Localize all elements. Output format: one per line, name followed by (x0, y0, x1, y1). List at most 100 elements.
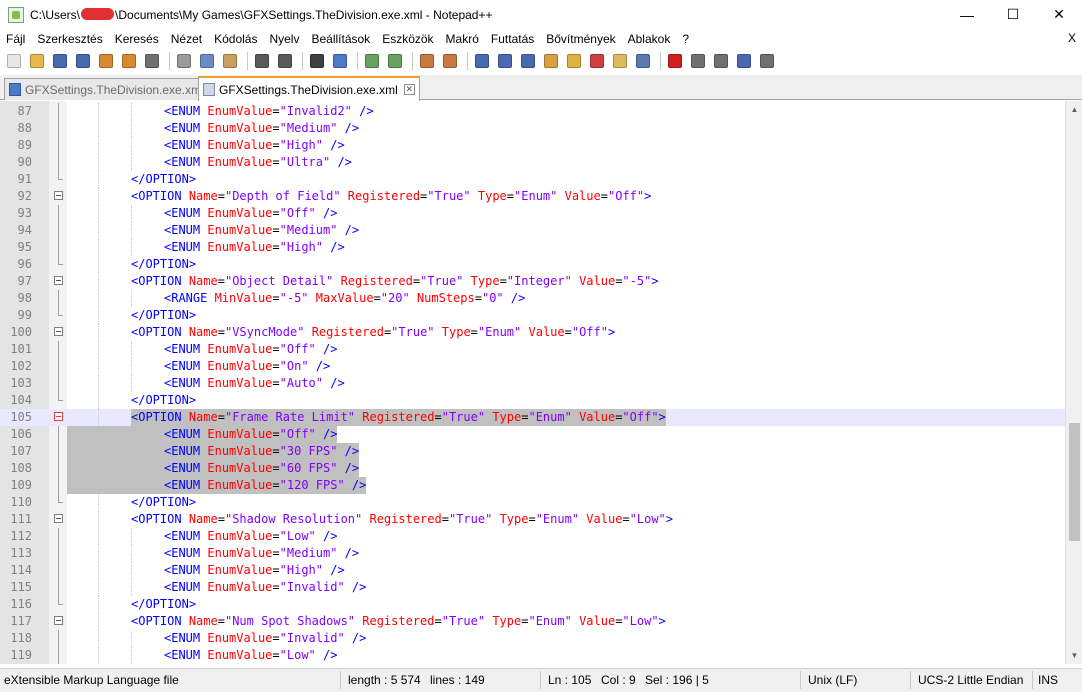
menu-item-6[interactable]: Beállítások (305, 32, 376, 46)
code-line[interactable]: 94 <ENUM EnumValue="Medium" /> (0, 222, 1065, 239)
menu-item-4[interactable]: Kódolás (208, 32, 263, 46)
fold-toggle-icon[interactable] (54, 276, 63, 285)
close-window-button[interactable]: ✕ (1036, 0, 1082, 29)
new-file-button[interactable] (4, 51, 24, 71)
vertical-scrollbar[interactable]: ▲ ▼ (1065, 101, 1082, 664)
code-line[interactable]: 107 <ENUM EnumValue="30 FPS" /> (0, 443, 1065, 460)
menu-item-7[interactable]: Eszközök (376, 32, 439, 46)
xml-attribute: Value (586, 512, 623, 526)
code-line[interactable]: 102 <ENUM EnumValue="On" /> (0, 358, 1065, 375)
code-line[interactable]: 92 <OPTION Name="Depth of Field" Register… (0, 188, 1065, 205)
menu-item-2[interactable]: Keresés (109, 32, 165, 46)
code-line[interactable]: 119 <ENUM EnumValue="Low" /> (0, 647, 1065, 664)
xml-punctuation: = (272, 359, 280, 373)
print-button[interactable] (142, 51, 162, 71)
minimize-button[interactable]: — (944, 0, 990, 29)
code-line[interactable]: 95 <ENUM EnumValue="High" /> (0, 239, 1065, 256)
fold-toggle-icon[interactable] (54, 412, 63, 421)
run-macro-multiple-button[interactable] (734, 51, 754, 71)
code-line[interactable]: 98 <RANGE MinValue="-5" MaxValue="20" Num… (0, 290, 1065, 307)
monitoring-button[interactable] (633, 51, 653, 71)
save-macro-button[interactable] (757, 51, 777, 71)
save-all-button[interactable] (73, 51, 93, 71)
doc-map-button[interactable] (564, 51, 584, 71)
maximize-button[interactable]: ☐ (990, 0, 1036, 29)
code-line[interactable]: 114 <ENUM EnumValue="High" /> (0, 562, 1065, 579)
editor-area[interactable]: 87 <ENUM EnumValue="Invalid2" /> 88 <ENUM E… (0, 101, 1082, 664)
fold-toggle-icon[interactable] (54, 616, 63, 625)
menu-item-8[interactable]: Makró (440, 32, 485, 46)
menu-item-5[interactable]: Nyelv (263, 32, 305, 46)
menu-item-0[interactable]: Fájl (0, 32, 31, 46)
close-button[interactable] (96, 51, 116, 71)
stop-record-button[interactable] (688, 51, 708, 71)
code-line[interactable]: 99 </OPTION> (0, 307, 1065, 324)
code-line[interactable]: 117 <OPTION Name="Num Spot Shadows" Regis… (0, 613, 1065, 630)
xml-punctuation (341, 189, 348, 203)
code-line[interactable]: 100 <OPTION Name="VSyncMode" Registered="… (0, 324, 1065, 341)
menu-item-11[interactable]: Ablakok (622, 32, 677, 46)
zoom-in-button[interactable] (362, 51, 382, 71)
code-line[interactable]: 118 <ENUM EnumValue="Invalid" /> (0, 630, 1065, 647)
zoom-out-button[interactable] (385, 51, 405, 71)
tab-file-2[interactable]: GFXSettings.TheDivision.exe.xml ✕ (198, 76, 420, 101)
scrollbar-thumb[interactable] (1069, 423, 1080, 541)
function-list-button[interactable] (587, 51, 607, 71)
code-line[interactable]: 93 <ENUM EnumValue="Off" /> (0, 205, 1065, 222)
code-line[interactable]: 101 <ENUM EnumValue="Off" /> (0, 341, 1065, 358)
xml-attribute: Type (470, 274, 500, 288)
menu-item-9[interactable]: Futtatás (485, 32, 540, 46)
paste-button[interactable] (220, 51, 240, 71)
udl-button[interactable] (541, 51, 561, 71)
show-all-chars-button[interactable] (495, 51, 515, 71)
close-all-button[interactable] (119, 51, 139, 71)
code-line[interactable]: 110 </OPTION> (0, 494, 1065, 511)
code-line[interactable]: 106 <ENUM EnumValue="Off" /> (0, 426, 1065, 443)
menu-item-12[interactable]: ? (676, 32, 695, 46)
fold-toggle-icon[interactable] (54, 191, 63, 200)
redo-button[interactable] (275, 51, 295, 71)
sync-horizontal-button[interactable] (440, 51, 460, 71)
save-button[interactable] (50, 51, 70, 71)
find-button[interactable] (307, 51, 327, 71)
code-line[interactable]: 105 <OPTION Name="Frame Rate Limit" Regis… (0, 409, 1065, 426)
menu-item-10[interactable]: Bővítmények (540, 32, 621, 46)
code-line[interactable]: 116 </OPTION> (0, 596, 1065, 613)
close-document-button[interactable]: X (1068, 29, 1076, 48)
code-line[interactable]: 96 </OPTION> (0, 256, 1065, 273)
menu-item-1[interactable]: Szerkesztés (31, 32, 108, 46)
record-macro-button[interactable] (665, 51, 685, 71)
code-line[interactable]: 112 <ENUM EnumValue="Low" /> (0, 528, 1065, 545)
copy-button[interactable] (197, 51, 217, 71)
indent-guide-button[interactable] (518, 51, 538, 71)
play-macro-button[interactable] (711, 51, 731, 71)
replace-button[interactable] (330, 51, 350, 71)
word-wrap-button[interactable] (472, 51, 492, 71)
cut-button[interactable] (174, 51, 194, 71)
sync-vertical-button[interactable] (417, 51, 437, 71)
code-line[interactable]: 88 <ENUM EnumValue="Medium" /> (0, 120, 1065, 137)
code-line[interactable]: 89 <ENUM EnumValue="High" /> (0, 137, 1065, 154)
code-line[interactable]: 111 <OPTION Name="Shadow Resolution" Regi… (0, 511, 1065, 528)
folder-workspace-button[interactable] (610, 51, 630, 71)
open-file-button[interactable] (27, 51, 47, 71)
code-line[interactable]: 104 </OPTION> (0, 392, 1065, 409)
code-line[interactable]: 103 <ENUM EnumValue="Auto" /> (0, 375, 1065, 392)
scroll-down-icon[interactable]: ▼ (1066, 647, 1082, 664)
code-line[interactable]: 115 <ENUM EnumValue="Invalid" /> (0, 579, 1065, 596)
code-line[interactable]: 90 <ENUM EnumValue="Ultra" /> (0, 154, 1065, 171)
code-line[interactable]: 108 <ENUM EnumValue="60 FPS" /> (0, 460, 1065, 477)
undo-button[interactable] (252, 51, 272, 71)
scroll-up-icon[interactable]: ▲ (1066, 101, 1082, 118)
code-line[interactable]: 113 <ENUM EnumValue="Medium" /> (0, 545, 1065, 562)
code-line[interactable]: 97 <OPTION Name="Object Detail" Registere… (0, 273, 1065, 290)
code-line[interactable]: 87 <ENUM EnumValue="Invalid2" /> (0, 103, 1065, 120)
fold-toggle-icon[interactable] (54, 514, 63, 523)
code-line[interactable]: 91 </OPTION> (0, 171, 1065, 188)
menu-item-3[interactable]: Nézet (165, 32, 208, 46)
tab-file-1[interactable]: GFXSettings.TheDivision.exe.xml ✕ (4, 78, 226, 100)
tab-close-icon[interactable]: ✕ (403, 84, 415, 95)
xml-value: "Enum" (528, 410, 572, 424)
code-line[interactable]: 109 <ENUM EnumValue="120 FPS" /> (0, 477, 1065, 494)
fold-toggle-icon[interactable] (54, 327, 63, 336)
